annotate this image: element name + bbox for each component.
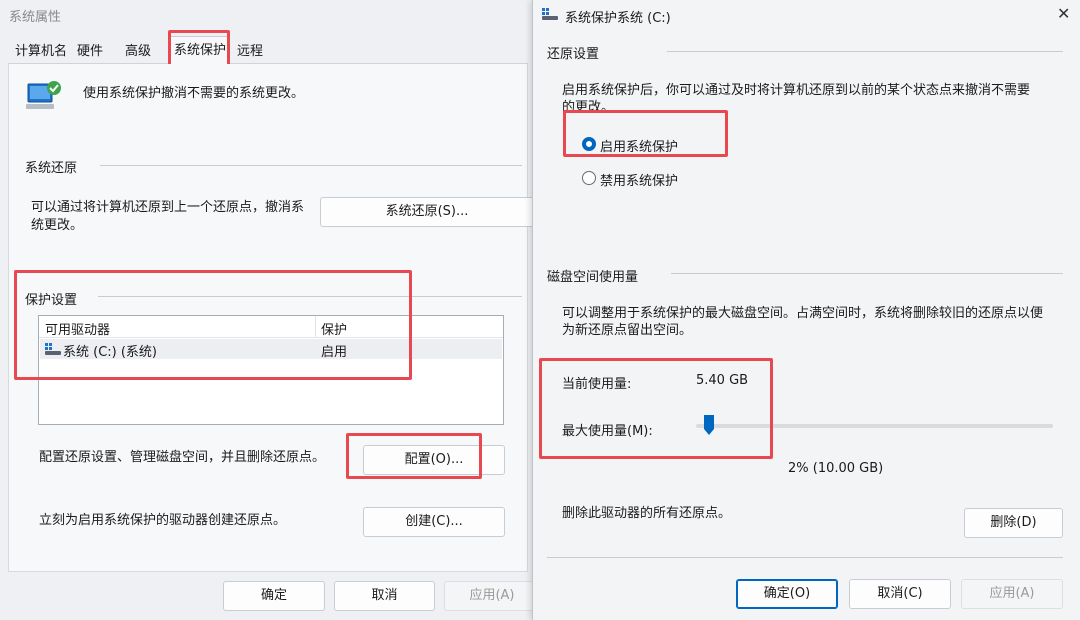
tab-computer-name[interactable]: 计算机名 [12,40,70,64]
max-usage-display: 2% (10.00 GB) [788,461,884,476]
window-title: 系统属性 [9,10,62,25]
drive-list[interactable]: 可用驱动器 保护 系统 (C:) (系统) 启用 [38,315,504,425]
drive-status: 启用 [321,345,348,360]
group-divider [98,296,522,297]
current-usage-label: 当前使用量: [562,377,632,392]
tab-remote[interactable]: 远程 [234,40,266,64]
tab-hardware[interactable]: 硬件 [74,40,106,64]
create-text: 立刻为启用系统保护的驱动器创建还原点。 [39,513,287,528]
max-usage-label: 最大使用量(M): [562,424,653,439]
create-button[interactable]: 创建(C)... [363,507,505,537]
group-divider [671,273,1063,274]
drive-icon [45,343,61,355]
config-text: 配置还原设置、管理磁盘空间，并且删除还原点。 [39,450,326,465]
radio-disable-protection[interactable] [582,171,596,185]
table-row[interactable]: 系统 (C:) (系统) 启用 [40,339,502,360]
cancel-button[interactable]: 取消 [334,581,435,611]
close-icon[interactable]: ✕ [1057,4,1070,23]
ok-button[interactable]: 确定 [223,581,325,611]
system-restore-button[interactable]: 系统还原(S)... [320,197,534,227]
drive-name: 系统 (C:) (系统) [63,345,158,360]
tab-bar: 计算机名 硬件 高级 系统保护 远程 [8,36,528,64]
column-divider [315,316,316,338]
column-drive[interactable]: 可用驱动器 [45,319,110,338]
tab-system-protection[interactable]: 系统保护 [170,36,231,64]
apply-button[interactable]: 应用(A) [444,581,540,611]
tab-advanced[interactable]: 高级 [122,40,154,64]
restore-text-line2: 统更改。 [31,218,84,233]
dialog-cancel-button[interactable]: 取消(C) [849,579,951,609]
group-divider [100,165,522,166]
dialog-title: 系统保护系统 (C:) [565,11,671,26]
list-header: 可用驱动器 保护 [39,316,503,338]
slider-thumb[interactable] [703,414,715,436]
radio-disable-label[interactable]: 禁用系统保护 [600,170,678,189]
delete-text: 删除此驱动器的所有还原点。 [562,506,732,521]
configure-button[interactable]: 配置(O)... [363,445,505,475]
dialog-ok-button[interactable]: 确定(O) [736,579,838,609]
restore-desc-line1: 启用系统保护后，你可以通过及时将计算机还原到以前的某个状态点来撤消不需要 [562,83,1031,98]
column-protection[interactable]: 保护 [321,319,347,338]
restore-text-line1: 可以通过将计算机还原到上一个还原点，撤消系 [31,200,305,215]
max-usage-slider[interactable] [696,424,1053,428]
protect-group-title: 保护设置 [25,293,78,308]
system-protection-icon [26,81,61,109]
system-protection-dialog: 系统保护系统 (C:) ✕ 还原设置 启用系统保护后，你可以通过及时将计算机还原… [532,0,1080,620]
disk-desc-line2: 为新还原点留出空间。 [562,323,693,338]
drive-icon [542,8,558,20]
system-properties-window: 系统属性 计算机名 硬件 高级 系统保护 远程 使用系统保护撤消不需要的系统更改… [0,0,540,620]
radio-enable-label[interactable]: 启用系统保护 [600,136,678,155]
delete-button[interactable]: 删除(D) [964,508,1063,538]
current-usage-value: 5.40 GB [696,373,749,388]
restore-settings-title: 还原设置 [547,47,600,62]
dialog-apply-button[interactable]: 应用(A) [961,579,1063,609]
radio-enable-protection[interactable] [582,137,596,151]
restore-group-title: 系统还原 [25,161,78,176]
description-text: 使用系统保护撤消不需要的系统更改。 [83,86,305,101]
divider [547,557,1063,558]
restore-desc-line2: 的更改。 [562,100,615,115]
group-divider [667,51,1063,52]
disk-usage-title: 磁盘空间使用量 [547,270,639,285]
